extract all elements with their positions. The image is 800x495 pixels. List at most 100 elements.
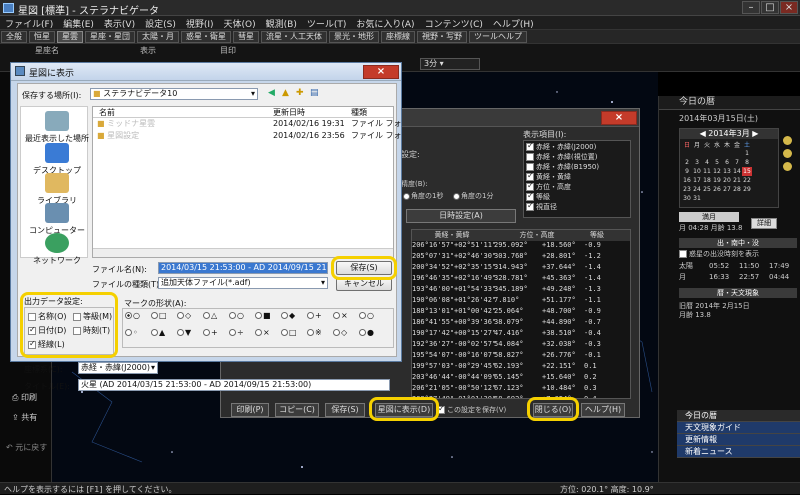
cal-day[interactable]: 10 [692,167,702,176]
table-row[interactable]: 199°57'03"-00°29'45"62.193° +22.151° 0.1 [412,362,630,373]
mark-option[interactable]: ▲ [151,328,177,345]
table-row[interactable]: 193°46'00"+01°54'33"345.189° +49.248° -1.3 [412,285,630,296]
link-updates[interactable]: 更新情報 [677,434,800,446]
precision-min[interactable]: 角度の1分 [453,191,493,201]
cal-day[interactable]: 5 [712,158,722,167]
rise-set-checkbox[interactable] [679,250,687,258]
table-row[interactable]: 186°41'55"+00°39'36"38.079° +44.890° -0.7 [412,318,630,329]
cal-day[interactable]: 25 [702,185,712,194]
mark-option[interactable]: ※ [307,328,333,345]
item-azalt[interactable]: 方位・高度 [526,181,628,192]
file-row[interactable]: ■ 星図設定 2014/02/16 23:56 ファイル フォ [93,130,402,142]
item-ecliptic[interactable]: 黄経・黄緯 [526,171,628,182]
new-folder-icon[interactable]: ✚ [296,88,304,98]
detail-button[interactable]: 詳細 [751,218,777,229]
print-tool[interactable]: ⎙ 印刷 [12,392,37,403]
link-news[interactable]: 新着ニュース [677,446,800,458]
cal-day[interactable]: 12 [712,167,722,176]
menu-edit[interactable]: 編集(E) [58,16,99,31]
menu-file[interactable]: ファイル(F) [0,16,58,31]
cal-day[interactable]: 28 [732,185,742,194]
cal-day[interactable]: 4 [702,158,712,167]
print-button[interactable]: 印刷(P) [231,403,269,417]
filetype-select[interactable]: 追加天体ファイル(*.adf) ▾ [158,277,328,289]
help-button[interactable]: ヘルプ(H) [581,403,625,417]
item-magnitude[interactable]: 等級 [526,191,628,202]
mark-option[interactable]: ○ [125,311,151,328]
mark-option[interactable]: ● [359,328,385,345]
menu-view[interactable]: 表示(V) [99,16,140,31]
col-type[interactable]: 種類 [351,108,367,117]
menu-settings[interactable]: 設定(S) [140,16,181,31]
table-row[interactable]: 188°13'01"+01°00'42"25.064° +48.700° -0.9 [412,307,630,318]
mark-option[interactable]: ▼ [177,328,203,345]
precision-sec[interactable]: 角度の1秒 [403,191,443,201]
mark-option[interactable]: ◇ [177,311,203,328]
table-row[interactable]: 190°06'08"+01°26'42"7.810° +51.177° -1.1 [412,296,630,307]
view-menu-icon[interactable]: ▤ [310,88,319,98]
cal-day[interactable]: 3 [692,158,702,167]
table-row[interactable]: 195°54'07"-00°16'07"58.827° +26.776° -0.1 [412,351,630,362]
menu-observe[interactable]: 観測(B) [261,16,302,31]
tab-landscape[interactable]: 景光・地形 [329,31,379,43]
cal-day-today[interactable]: 15 [742,167,752,176]
cal-day[interactable]: 8 [742,158,752,167]
coord-select[interactable]: 赤経・赤緯(J2000) ▾ [78,362,158,374]
item-apparent[interactable]: 赤経・赤緯(視位置) [526,152,628,162]
place-desktop[interactable]: デスクトップ [25,143,89,176]
table-row[interactable]: 206°16'57"+02°51'11"295.092° +18.560° -0.9 [412,241,630,252]
menu-favorites[interactable]: お気に入り(A) [351,16,419,31]
cal-day[interactable]: 18 [702,176,712,185]
place-computer[interactable]: コンピューター [25,203,89,236]
maximize-button[interactable]: □ [761,1,779,14]
location-select[interactable]: ■ ステラナビデータ10 ▾ [90,88,258,100]
tab-constellation[interactable]: 星座・星団 [85,31,135,43]
cal-day[interactable]: 6 [722,158,732,167]
table-row[interactable]: 203°46'44"-00°44'09"65.145° +15.640° 0.2 [412,373,630,384]
cal-day[interactable]: 31 [692,194,702,203]
place-recent[interactable]: 最近表示した場所 [25,111,89,144]
tab-sun-moon[interactable]: 太陽・月 [137,31,179,43]
table-row[interactable]: 200°34'52"+02°35'15"314.943° +37.644° -1.4 [412,263,630,274]
mark-option[interactable]: ◆ [281,311,307,328]
col-mag[interactable]: 等級 [582,230,612,240]
cal-next-icon[interactable]: ▶ [750,129,758,138]
col-ecliptic[interactable]: 黄経・黄緯 [412,230,492,240]
cal-day[interactable]: 27 [722,185,732,194]
cal-day[interactable]: 17 [692,176,702,185]
col-azalt[interactable]: 方位・高度 [492,230,582,240]
cal-day[interactable]: 14 [732,167,742,176]
ephemeris-close-icon[interactable]: × [601,111,637,125]
cal-day[interactable]: 22 [742,176,752,185]
menu-objects[interactable]: 天体(O) [219,16,261,31]
time-step-select[interactable]: 3分 ▾ [420,58,480,70]
save-dialog-close-icon[interactable]: × [363,65,399,79]
tab-coordinates[interactable]: 座標線 [381,31,415,43]
copy-button[interactable]: コピー(C) [275,403,319,417]
up-folder-icon[interactable]: ▲ [282,88,289,98]
table-row[interactable]: 208°27'49"-01°01'30"68.692° +7.054° 0.4 [412,395,630,398]
save-settings-toggle[interactable]: この設定を保存(V) [437,404,506,415]
cal-day[interactable]: 29 [742,185,752,194]
tab-planets[interactable]: 惑星・衛星 [181,31,231,43]
tab-nebula[interactable]: 星雲 [57,31,83,43]
title-input[interactable]: 火星 (AD 2014/03/15 21:53:00 - AD 2014/09/… [78,379,390,391]
mark-option[interactable]: ÷ [229,328,255,345]
cal-day[interactable]: 21 [732,176,742,185]
mark-option[interactable]: ○ [229,311,255,328]
table-row[interactable]: 190°17'42"+00°15'27"47.416° +38.510° -0.4 [412,329,630,340]
mark-option[interactable]: ◇ [333,328,359,345]
tab-meteors[interactable]: 流星・人工天体 [261,31,327,43]
tab-general[interactable]: 全般 [1,31,27,43]
mark-option[interactable]: + [307,311,333,328]
col-date[interactable]: 更新日時 [273,107,351,118]
filename-input[interactable]: 2014/03/15 21:53:00 - AD 2014/09/15 21:5… [158,262,328,274]
cal-day[interactable] [682,149,692,158]
file-list[interactable]: 名前 更新日時 種類 ■ ミッドナ星雲 2014/02/16 19:31 ファイル フォ… [92,106,402,258]
cal-day[interactable]: 19 [712,176,722,185]
mark-option[interactable]: ○ [359,311,385,328]
table-row[interactable]: 192°36'27"-00°02'57"54.084° +32.038° -0.3 [412,340,630,351]
table-row[interactable]: 206°21'05"-00°50'12"67.123° +10.484° 0.3 [412,384,630,395]
mark-option[interactable]: ◦ [125,328,151,345]
place-library[interactable]: ライブラリ [25,173,89,206]
